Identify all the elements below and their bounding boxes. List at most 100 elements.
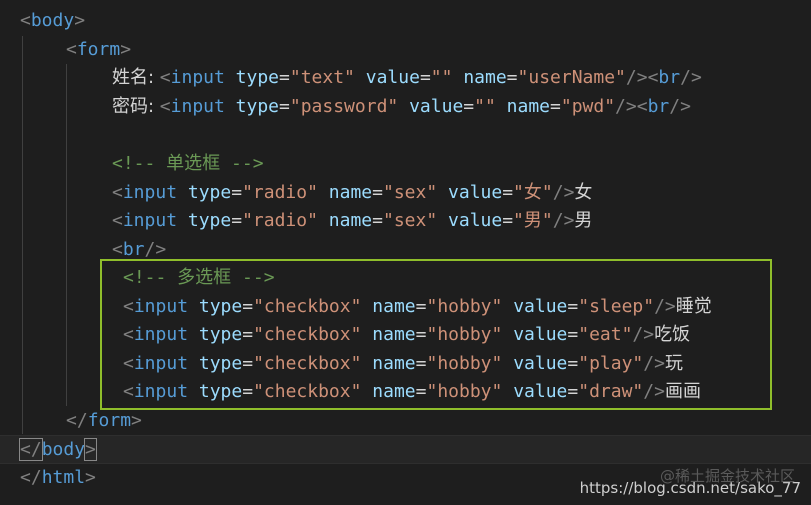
tag-bracket: /> bbox=[632, 324, 655, 345]
code-line[interactable]: 密码: <input type="password" value="" name… bbox=[0, 93, 811, 122]
code-line[interactable]: <input type="checkbox" name="hobby" valu… bbox=[0, 378, 811, 407]
equals-sign: = bbox=[567, 296, 579, 317]
attribute-name: name bbox=[372, 324, 416, 345]
code-line-current[interactable]: </body> bbox=[0, 435, 811, 464]
attribute-value: "userName" bbox=[517, 67, 626, 88]
tag-name: input bbox=[133, 296, 189, 317]
tag-bracket: /> bbox=[643, 381, 665, 402]
attribute-value: "hobby" bbox=[426, 353, 503, 374]
tag-name: br bbox=[647, 96, 670, 117]
code-line[interactable]: <form> bbox=[0, 36, 811, 65]
equals-sign: = bbox=[372, 210, 383, 231]
tag-name: input bbox=[122, 182, 178, 203]
code-line[interactable]: 姓名: <input type="text" value="" name="us… bbox=[0, 64, 811, 93]
equals-sign: = bbox=[242, 353, 254, 374]
tag-bracket: < bbox=[647, 67, 659, 88]
code-line[interactable]: <input type="radio" name="sex" value="男"… bbox=[0, 207, 811, 236]
tag-bracket: /> bbox=[680, 67, 702, 88]
tag-bracket: /> bbox=[552, 182, 575, 203]
tag-bracket: < bbox=[123, 324, 134, 345]
code-line[interactable]: <!-- 单选框 --> bbox=[0, 150, 811, 179]
tag-bracket: > bbox=[74, 10, 86, 31]
tag-name: br bbox=[658, 67, 681, 88]
tag-name: body bbox=[41, 439, 86, 460]
text-content: 男 bbox=[574, 210, 593, 231]
equals-sign: = bbox=[415, 296, 427, 317]
attribute-name: name bbox=[463, 67, 507, 88]
tag-bracket: < bbox=[123, 353, 134, 374]
equals-sign: = bbox=[502, 210, 514, 231]
attribute-value: "sleep" bbox=[578, 296, 655, 317]
tag-bracket: < bbox=[636, 96, 648, 117]
attribute-name: name bbox=[328, 210, 373, 231]
attribute-name: value bbox=[365, 67, 420, 88]
text-content: 吃饭 bbox=[654, 324, 691, 345]
equals-sign: = bbox=[415, 381, 427, 402]
code-line[interactable]: <!-- 多选框 --> bbox=[0, 264, 811, 293]
attribute-name: value bbox=[448, 210, 503, 231]
attribute-value: "password" bbox=[289, 96, 399, 117]
equals-sign: = bbox=[279, 67, 290, 88]
comment: <!-- 单选框 --> bbox=[112, 153, 264, 174]
equals-sign: = bbox=[242, 324, 254, 345]
attribute-name: type bbox=[235, 96, 280, 117]
text-content: 画画 bbox=[664, 381, 701, 402]
attribute-name: value bbox=[513, 324, 568, 345]
attribute-value: "radio" bbox=[242, 210, 318, 231]
attribute-name: value bbox=[513, 381, 568, 402]
attribute-value: "sex" bbox=[382, 182, 438, 203]
attribute-value: "checkbox" bbox=[253, 296, 362, 317]
code-line[interactable]: <input type="checkbox" name="hobby" valu… bbox=[0, 293, 811, 322]
equals-sign: = bbox=[506, 67, 518, 88]
code-line[interactable]: <input type="checkbox" name="hobby" valu… bbox=[0, 321, 811, 350]
code-line[interactable]: </form> bbox=[0, 407, 811, 436]
attribute-name: type bbox=[198, 381, 243, 402]
equals-sign: = bbox=[372, 182, 383, 203]
tag-name: input bbox=[133, 381, 189, 402]
code-line[interactable]: <body> bbox=[0, 7, 811, 36]
tag-name: input bbox=[170, 96, 225, 117]
text-content: 密码: bbox=[112, 96, 160, 117]
code-line[interactable]: <input type="radio" name="sex" value="女"… bbox=[0, 179, 811, 208]
attribute-name: value bbox=[448, 182, 503, 203]
watermark: @稀土掘金技术社区 https://blog.csdn.net/sako_77 bbox=[580, 468, 801, 497]
equals-sign: = bbox=[567, 324, 579, 345]
text-content: 女 bbox=[574, 182, 593, 203]
attribute-name: name bbox=[506, 96, 551, 117]
attribute-value: "sex" bbox=[382, 210, 438, 231]
attribute-value: "hobby" bbox=[426, 296, 503, 317]
text-content: 姓名: bbox=[112, 67, 160, 88]
tag-bracket: < bbox=[159, 96, 171, 117]
attribute-value: "hobby" bbox=[426, 324, 503, 345]
attribute-name: name bbox=[328, 182, 373, 203]
equals-sign: = bbox=[415, 324, 427, 345]
equals-sign: = bbox=[567, 353, 579, 374]
attribute-name: type bbox=[187, 210, 232, 231]
equals-sign: = bbox=[419, 67, 431, 88]
attribute-value: "" bbox=[474, 96, 496, 117]
tag-bracket: /> bbox=[615, 96, 637, 117]
equals-sign: = bbox=[567, 381, 579, 402]
tag-bracket: /> bbox=[669, 96, 691, 117]
tag-bracket: /> bbox=[643, 353, 665, 374]
code-editor[interactable]: <body> <form> 姓名: <input type="text" val… bbox=[0, 0, 811, 505]
tag-name: input bbox=[170, 67, 225, 88]
code-line[interactable]: <input type="checkbox" name="hobby" valu… bbox=[0, 350, 811, 379]
attribute-value: "女" bbox=[513, 182, 553, 203]
tag-name: form bbox=[76, 39, 121, 60]
attribute-name: name bbox=[372, 353, 416, 374]
tag-bracket: < bbox=[112, 239, 123, 260]
equals-sign: = bbox=[279, 96, 290, 117]
attribute-value: "draw" bbox=[578, 381, 644, 402]
attribute-value: "checkbox" bbox=[253, 324, 362, 345]
tag-bracket: /> bbox=[625, 67, 648, 88]
attribute-value: "pwd" bbox=[560, 96, 616, 117]
tag-bracket: > bbox=[84, 438, 97, 461]
tag-bracket: < bbox=[20, 10, 31, 31]
tag-name: input bbox=[133, 324, 189, 345]
tag-name: br bbox=[122, 239, 145, 260]
equals-sign: = bbox=[231, 182, 243, 203]
attribute-name: value bbox=[409, 96, 464, 117]
tag-bracket: /> bbox=[144, 239, 167, 260]
attribute-value: "hobby" bbox=[426, 381, 503, 402]
